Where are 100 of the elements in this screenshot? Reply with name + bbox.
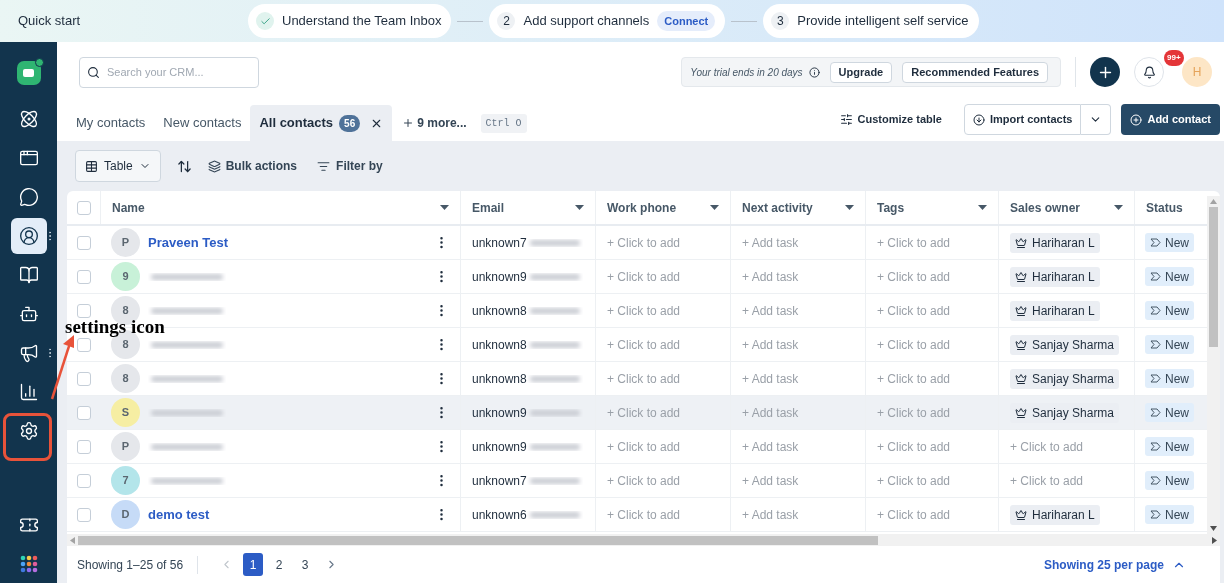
- crown-icon: [1015, 372, 1027, 385]
- owner-chip[interactable]: Sanjay Sharma: [1010, 334, 1120, 355]
- sort-caret-icon[interactable]: [440, 205, 449, 210]
- email-text: unknown8: [472, 336, 527, 354]
- email-text: unknown7: [472, 472, 527, 490]
- view-tab[interactable]: All contacts 56: [250, 105, 393, 141]
- column-header[interactable]: Tags: [865, 191, 998, 224]
- status-chip[interactable]: New: [1145, 437, 1194, 456]
- row-checkbox[interactable]: [76, 303, 91, 318]
- owner-chip[interactable]: Sanjay Sharma: [1010, 368, 1120, 389]
- column-header[interactable]: Work phone: [595, 191, 730, 224]
- sidebar-item[interactable]: [10, 218, 47, 254]
- quick-start-step[interactable]: 3 Provide intelligent self service: [763, 4, 979, 38]
- search-field[interactable]: Search your CRM...: [79, 56, 259, 88]
- tag-icon: [1150, 238, 1161, 247]
- view-tab[interactable]: New contacts: [154, 105, 251, 141]
- bulk-actions-button[interactable]: Bulk actions: [207, 157, 298, 175]
- plus-icon: [402, 117, 415, 129]
- tag-icon: [1150, 442, 1161, 451]
- chart-icon: [18, 382, 39, 402]
- row-checkbox[interactable]: [76, 473, 91, 488]
- column-header[interactable]: Name: [100, 191, 460, 224]
- step-label: Add support channels: [523, 12, 650, 31]
- status-chip[interactable]: New: [1145, 505, 1194, 524]
- pagination-summary: Showing 1–25 of 56: [77, 555, 199, 574]
- scroll-down-icon[interactable]: [1210, 526, 1217, 531]
- status-chip[interactable]: New: [1145, 233, 1194, 252]
- page-button[interactable]: 1: [243, 553, 264, 576]
- owner-chip[interactable]: Hariharan L: [1010, 300, 1100, 321]
- column-header[interactable]: Sales owner: [998, 191, 1134, 224]
- row-checkbox[interactable]: [76, 507, 91, 522]
- row-checkbox[interactable]: [76, 371, 91, 386]
- contact-name-link[interactable]: Praveen Test: [148, 232, 228, 253]
- sort-caret-icon[interactable]: [1114, 205, 1123, 210]
- sort-caret-icon[interactable]: [845, 205, 854, 210]
- sort-caret-icon[interactable]: [575, 205, 584, 210]
- column-header[interactable]: Next activity: [730, 191, 865, 224]
- contact-avatar: 7: [111, 466, 140, 495]
- row-checkbox[interactable]: [76, 269, 91, 284]
- table-row[interactable]: 8 unknown8 + Click to add + Add task + Click to add Sanjay Sharma New: [67, 362, 1207, 396]
- add-contact-button[interactable]: Add contact: [1121, 104, 1220, 135]
- select-all-checkbox[interactable]: [76, 200, 91, 215]
- apps-grid-icon[interactable]: [19, 555, 38, 573]
- tag-icon: [1150, 306, 1161, 315]
- page-button[interactable]: 3: [295, 553, 316, 576]
- sort-caret-icon[interactable]: [978, 205, 987, 210]
- row-checkbox[interactable]: [76, 439, 91, 454]
- view-selector[interactable]: Table: [75, 150, 161, 182]
- more-views-button[interactable]: 9 more...: [402, 114, 467, 132]
- status-chip[interactable]: New: [1145, 301, 1194, 320]
- table-row[interactable]: P Praveen Test unknown7 + Click to add + Add task + Click to add Hariharan L New: [67, 226, 1207, 260]
- status-chip[interactable]: New: [1145, 403, 1194, 422]
- email-text: unknown8: [472, 302, 527, 320]
- contact-avatar: D: [111, 500, 140, 529]
- table-row[interactable]: 7 unknown7 + Click to add + Add task + Click to add + Click to add New: [67, 464, 1207, 498]
- quick-start-step[interactable]: 2 Add support channels Connect: [489, 4, 726, 38]
- status-chip[interactable]: New: [1145, 369, 1194, 388]
- table-row[interactable]: S unknown9 + Click to add + Add task + Click to add Sanjay Sharma New: [67, 396, 1207, 430]
- status-chip[interactable]: New: [1145, 335, 1194, 354]
- filter-button[interactable]: Filter by: [317, 157, 383, 175]
- info-icon[interactable]: [808, 66, 820, 78]
- horizontal-scrollbar[interactable]: [67, 534, 1220, 546]
- create-button[interactable]: [1090, 57, 1120, 87]
- page-button[interactable]: 2: [269, 553, 290, 576]
- row-height-icon[interactable]: [176, 158, 192, 174]
- upgrade-button[interactable]: Upgrade: [829, 61, 893, 83]
- tag-icon: [1150, 510, 1161, 519]
- table-row[interactable]: 9 unknown9 + Click to add + Add task + Click to add Hariharan L New: [67, 260, 1207, 294]
- customize-table-button[interactable]: Customize table: [839, 111, 942, 128]
- table-icon: [85, 159, 98, 173]
- table-row[interactable]: P unknown9 + Click to add + Add task + Click to add + Click to add New: [67, 430, 1207, 464]
- row-checkbox[interactable]: [76, 235, 91, 250]
- bot-icon: [18, 304, 39, 324]
- app-logo[interactable]: [16, 61, 41, 85]
- sort-caret-icon[interactable]: [710, 205, 719, 210]
- scroll-right-icon[interactable]: [1212, 536, 1217, 544]
- recommended-features-button[interactable]: Recommended Features: [902, 61, 1048, 83]
- owner-chip[interactable]: Hariharan L: [1010, 232, 1100, 253]
- view-tab[interactable]: My contacts: [67, 105, 155, 141]
- owner-chip[interactable]: Hariharan L: [1010, 266, 1100, 287]
- import-contacts-button[interactable]: Import contacts: [963, 104, 1082, 135]
- per-page-selector[interactable]: Showing 25 per page: [1043, 555, 1186, 574]
- quick-start-step[interactable]: Understand the Team Inbox: [248, 4, 452, 38]
- row-checkbox[interactable]: [76, 405, 91, 420]
- crown-icon: [1015, 304, 1027, 317]
- connect-button[interactable]: Connect: [657, 10, 716, 32]
- import-icon: [972, 113, 985, 126]
- status-chip[interactable]: New: [1145, 471, 1194, 490]
- tag-icon: [1150, 272, 1161, 281]
- table-row[interactable]: D demo test unknown6 + Click to add + Add task + Click to add Hariharan L New: [67, 498, 1207, 532]
- status-chip[interactable]: New: [1145, 267, 1194, 286]
- column-header[interactable]: Email: [460, 191, 595, 224]
- keyboard-shortcut: Ctrl O: [480, 113, 527, 133]
- atom-icon: [18, 109, 39, 129]
- owner-chip[interactable]: Hariharan L: [1010, 504, 1100, 525]
- vertical-scrollbar[interactable]: [1207, 196, 1220, 534]
- row-checkbox[interactable]: [76, 337, 91, 352]
- tag-icon: [1150, 476, 1161, 485]
- contact-name-link[interactable]: demo test: [148, 504, 210, 525]
- step-number: 3: [771, 12, 790, 30]
